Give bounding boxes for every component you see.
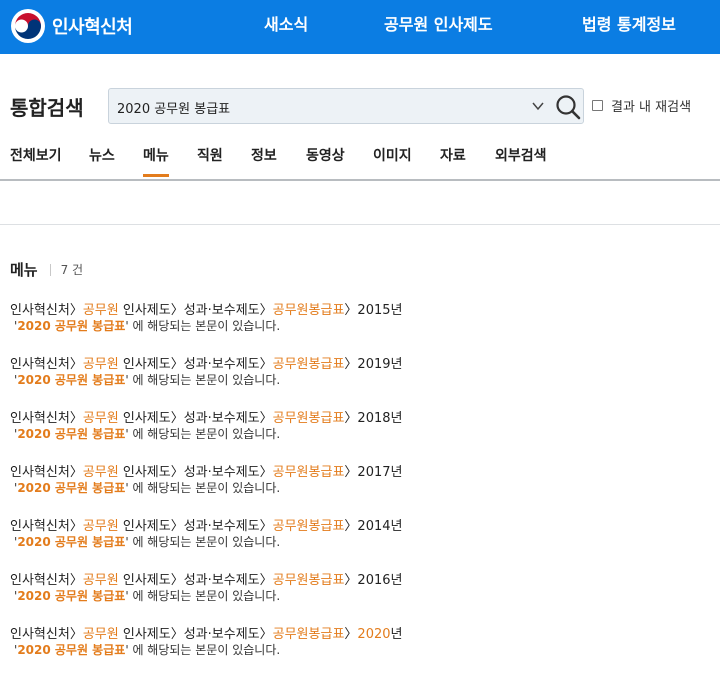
tab-image[interactable]: 이미지 xyxy=(373,145,412,165)
result-item[interactable]: 인사혁신처〉공무원 인사제도〉성과·보수제도〉공무원봉급표〉2019년 '202… xyxy=(10,357,710,411)
section-header: 메뉴 7 건 xyxy=(10,259,83,280)
nav-law-statistics[interactable]: 법령 통계정보 xyxy=(582,0,676,54)
search-within-checkbox[interactable] xyxy=(592,100,603,111)
taegeuk-emblem-icon xyxy=(11,9,45,43)
search-tabs: 전체보기 뉴스 메뉴 직원 정보 동영상 이미지 자료 외부검색 xyxy=(0,124,720,181)
result-description: '2020 공무원 봉급표' 에 해당되는 본문이 있습니다. xyxy=(14,481,281,495)
result-item[interactable]: 인사혁신처〉공무원 인사제도〉성과·보수제도〉공무원봉급표〉2018년 '202… xyxy=(10,411,710,465)
chevron-down-icon[interactable] xyxy=(531,99,545,113)
result-description: '2020 공무원 봉급표' 에 해당되는 본문이 있습니다. xyxy=(14,319,281,333)
result-path[interactable]: 인사혁신처〉공무원 인사제도〉성과·보수제도〉공무원봉급표〉2020년 xyxy=(10,627,710,643)
result-description: '2020 공무원 봉급표' 에 해당되는 본문이 있습니다. xyxy=(14,535,281,549)
result-path[interactable]: 인사혁신처〉공무원 인사제도〉성과·보수제도〉공무원봉급표〉2015년 xyxy=(10,303,710,319)
result-path[interactable]: 인사혁신처〉공무원 인사제도〉성과·보수제도〉공무원봉급표〉2017년 xyxy=(10,465,710,481)
result-path[interactable]: 인사혁신처〉공무원 인사제도〉성과·보수제도〉공무원봉급표〉2016년 xyxy=(10,573,710,589)
result-description: '2020 공무원 봉급표' 에 해당되는 본문이 있습니다. xyxy=(14,589,281,603)
search-within-label: 결과 내 재검색 xyxy=(611,100,692,115)
result-item[interactable]: 인사혁신처〉공무원 인사제도〉성과·보수제도〉공무원봉급표〉2020년 '202… xyxy=(10,627,710,681)
results-list: 인사혁신처〉공무원 인사제도〉성과·보수제도〉공무원봉급표〉2015년 '202… xyxy=(10,303,710,681)
site-logo[interactable]: 인사혁신처 xyxy=(10,8,133,44)
brand-name: 인사혁신처 xyxy=(52,17,133,38)
section-name: 메뉴 xyxy=(10,261,38,279)
result-description: '2020 공무원 봉급표' 에 해당되는 본문이 있습니다. xyxy=(14,427,281,441)
tab-info[interactable]: 정보 xyxy=(251,145,277,165)
top-navigation-bar: 인사혁신처 새소식 공무원 인사제도 법령 통계정보 xyxy=(0,0,720,54)
search-box xyxy=(108,88,584,124)
result-description: '2020 공무원 봉급표' 에 해당되는 본문이 있습니다. xyxy=(14,373,281,387)
result-item[interactable]: 인사혁신처〉공무원 인사제도〉성과·보수제도〉공무원봉급표〉2015년 '202… xyxy=(10,303,710,357)
result-item[interactable]: 인사혁신처〉공무원 인사제도〉성과·보수제도〉공무원봉급표〉2014년 '202… xyxy=(10,519,710,573)
tab-data[interactable]: 자료 xyxy=(440,145,466,165)
section-count: 7 건 xyxy=(60,263,84,277)
tab-news[interactable]: 뉴스 xyxy=(89,145,115,165)
section-separator xyxy=(49,263,51,276)
result-path[interactable]: 인사혁신처〉공무원 인사제도〉성과·보수제도〉공무원봉급표〉2019년 xyxy=(10,357,710,373)
search-area: 통합검색 결과 내 재검색 xyxy=(0,54,720,124)
tab-all[interactable]: 전체보기 xyxy=(10,145,62,165)
search-title: 통합검색 xyxy=(10,96,84,120)
divider xyxy=(0,224,720,225)
search-within-results[interactable]: 결과 내 재검색 xyxy=(592,96,691,115)
result-description: '2020 공무원 봉급표' 에 해당되는 본문이 있습니다. xyxy=(14,643,281,657)
tab-video[interactable]: 동영상 xyxy=(306,145,345,165)
tab-external[interactable]: 외부검색 xyxy=(495,145,547,165)
nav-hr-system[interactable]: 공무원 인사제도 xyxy=(384,0,493,54)
search-icon[interactable] xyxy=(555,94,581,120)
result-path[interactable]: 인사혁신처〉공무원 인사제도〉성과·보수제도〉공무원봉급표〉2014년 xyxy=(10,519,710,535)
result-path[interactable]: 인사혁신처〉공무원 인사제도〉성과·보수제도〉공무원봉급표〉2018년 xyxy=(10,411,710,427)
result-item[interactable]: 인사혁신처〉공무원 인사제도〉성과·보수제도〉공무원봉급표〉2016년 '202… xyxy=(10,573,710,627)
tab-menu[interactable]: 메뉴 xyxy=(143,145,169,177)
result-item[interactable]: 인사혁신처〉공무원 인사제도〉성과·보수제도〉공무원봉급표〉2017년 '202… xyxy=(10,465,710,519)
tab-staff[interactable]: 직원 xyxy=(197,145,223,165)
search-input[interactable] xyxy=(115,94,519,120)
nav-news[interactable]: 새소식 xyxy=(264,0,308,54)
